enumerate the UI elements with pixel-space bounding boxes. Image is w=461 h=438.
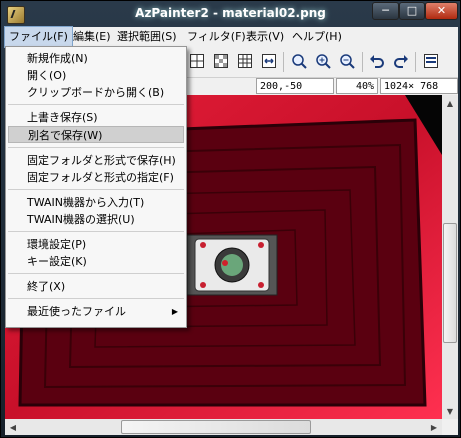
- scroll-up-button[interactable]: ▲: [442, 95, 458, 111]
- zoom-in-icon[interactable]: [313, 51, 333, 71]
- menu-item-fixed-settings[interactable]: 固定フォルダと形式の指定(F): [8, 169, 184, 186]
- fit-width-icon[interactable]: [259, 51, 279, 71]
- menu-edit[interactable]: 編集(E): [69, 27, 115, 47]
- menu-item-exit[interactable]: 終了(X): [8, 278, 184, 295]
- menu-separator: [8, 231, 184, 232]
- menu-file[interactable]: ファイル(F): [4, 26, 73, 48]
- menu-item-open[interactable]: 開く(O): [8, 67, 184, 84]
- menu-filter[interactable]: フィルタ(F): [183, 27, 250, 47]
- scroll-left-button[interactable]: ◀: [5, 419, 21, 435]
- menu-view[interactable]: 表示(V): [242, 27, 288, 47]
- toolbar-separator: [283, 52, 284, 72]
- title-bar[interactable]: AzPainter2 - material02.png ─ □ ✕: [1, 1, 460, 27]
- file-menu-dropdown: 新規作成(N) 開く(O) クリップボードから開く(B) 上書き保存(S) 別名…: [5, 46, 187, 328]
- undo-icon[interactable]: [367, 51, 387, 71]
- scroll-right-button[interactable]: ▶: [426, 419, 442, 435]
- menu-separator: [8, 298, 184, 299]
- app-window: AzPainter2 - material02.png ─ □ ✕ ファイル(F…: [0, 0, 461, 438]
- menu-item-preferences[interactable]: 環境設定(P): [8, 236, 184, 253]
- close-button[interactable]: ✕: [425, 2, 458, 20]
- panel-toggle-icon[interactable]: [421, 51, 441, 71]
- zoom-out-icon[interactable]: [337, 51, 357, 71]
- menu-item-recent-files-label: 最近使ったファイル: [27, 305, 126, 318]
- grid-icon[interactable]: [235, 51, 255, 71]
- cursor-position: 200,-50: [256, 78, 334, 94]
- menu-item-save[interactable]: 上書き保存(S): [8, 109, 184, 126]
- menu-item-save-as[interactable]: 別名で保存(W): [8, 126, 184, 143]
- menu-bar: ファイル(F) 編集(E) 選択範囲(S) フィルタ(F) 表示(V) ヘルプ(…: [4, 26, 458, 48]
- maximize-button[interactable]: □: [399, 2, 425, 20]
- new-canvas-icon[interactable]: [187, 51, 207, 71]
- redo-icon[interactable]: [391, 51, 411, 71]
- menu-separator: [8, 189, 184, 190]
- menu-selection[interactable]: 選択範囲(S): [113, 27, 181, 47]
- image-size: 1024× 768: [380, 78, 458, 94]
- transparency-icon[interactable]: [211, 51, 231, 71]
- menu-item-key-settings[interactable]: キー設定(K): [8, 253, 184, 270]
- minimize-button[interactable]: ─: [372, 2, 399, 20]
- horizontal-scroll-thumb[interactable]: [121, 420, 311, 434]
- toolbar-separator: [362, 52, 363, 72]
- menu-item-twain-input[interactable]: TWAIN機器から入力(T): [8, 194, 184, 211]
- menu-item-new[interactable]: 新規作成(N): [8, 50, 184, 67]
- status-row: 200,-50 40% 1024× 768: [186, 78, 458, 94]
- menu-item-recent-files[interactable]: 最近使ったファイル ▶: [8, 303, 184, 320]
- toolbar-separator: [415, 52, 416, 72]
- menu-separator: [8, 273, 184, 274]
- menu-help[interactable]: ヘルプ(H): [288, 27, 346, 47]
- menu-item-save-fixed[interactable]: 固定フォルダと形式で保存(H): [8, 152, 184, 169]
- vertical-scroll-thumb[interactable]: [443, 223, 457, 343]
- zoom-icon[interactable]: [289, 51, 309, 71]
- menu-item-open-clipboard[interactable]: クリップボードから開く(B): [8, 84, 184, 101]
- scroll-down-button[interactable]: ▼: [442, 403, 458, 419]
- menu-separator: [8, 104, 184, 105]
- scroll-corner: [442, 419, 458, 435]
- zoom-level: 40%: [336, 78, 378, 94]
- menu-separator: [8, 147, 184, 148]
- vertical-scrollbar[interactable]: ▲ ▼: [442, 95, 458, 419]
- submenu-arrow-icon: ▶: [171, 307, 178, 316]
- horizontal-scrollbar[interactable]: ◀ ▶: [5, 419, 442, 435]
- menu-item-twain-select[interactable]: TWAIN機器の選択(U): [8, 211, 184, 228]
